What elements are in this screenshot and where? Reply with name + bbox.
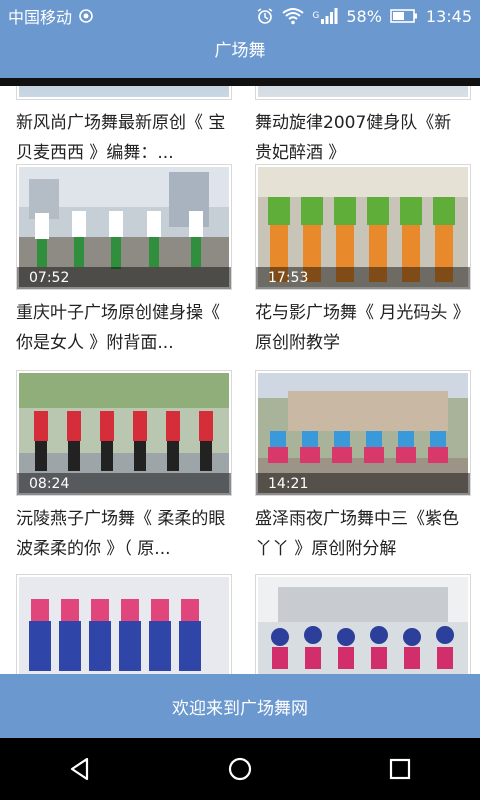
battery-percent: 58% bbox=[346, 6, 382, 26]
video-grid-viewport[interactable]: 新风尚广场舞最新原创《 宝贝麦西西 》编舞：... 舞动旋律2007健身队《新贵… bbox=[0, 86, 480, 674]
video-thumbnail[interactable] bbox=[255, 574, 471, 674]
video-thumbnail[interactable] bbox=[16, 86, 232, 100]
carrier-label: 中国移动 bbox=[8, 8, 73, 27]
system-nav-bar bbox=[0, 738, 480, 800]
thumbnail-image bbox=[258, 577, 468, 674]
welcome-text: 欢迎来到广场舞网 bbox=[172, 698, 308, 719]
header-divider bbox=[0, 78, 480, 86]
clock: 13:45 bbox=[425, 6, 472, 26]
video-card[interactable]: 14:21 盛泽雨夜广场舞中三《紫色丫丫 》原创附分解 bbox=[255, 370, 471, 564]
video-title[interactable]: 重庆叶子广场原创健身操《 你是女人 》附背面... bbox=[16, 298, 226, 358]
video-card[interactable] bbox=[16, 574, 232, 674]
thumbnail-image bbox=[19, 577, 229, 674]
video-card[interactable]: 08:24 沅陵燕子广场舞《 柔柔的眼波柔柔的你 》（ 原... bbox=[16, 370, 232, 564]
alarm-icon bbox=[256, 7, 274, 25]
video-card[interactable] bbox=[255, 574, 471, 674]
video-card[interactable]: 舞动旋律2007健身队《新贵妃醉酒 》 bbox=[255, 86, 471, 168]
video-thumbnail[interactable] bbox=[255, 86, 471, 100]
recents-button[interactable] bbox=[370, 749, 430, 789]
home-icon bbox=[227, 756, 253, 782]
video-title[interactable]: 舞动旋律2007健身队《新贵妃醉酒 》 bbox=[255, 108, 465, 168]
welcome-banner: 欢迎来到广场舞网 bbox=[0, 674, 480, 738]
video-duration: 07:52 bbox=[17, 267, 231, 289]
back-icon bbox=[67, 756, 93, 782]
video-card[interactable]: 17:53 花与影广场舞《 月光码头 》原创附教学 bbox=[255, 164, 471, 358]
network-type-label: G bbox=[312, 11, 320, 21]
video-thumbnail[interactable]: 07:52 bbox=[16, 164, 232, 290]
video-title[interactable]: 沅陵燕子广场舞《 柔柔的眼波柔柔的你 》（ 原... bbox=[16, 504, 226, 564]
video-card[interactable]: 07:52 重庆叶子广场原创健身操《 你是女人 》附背面... bbox=[16, 164, 232, 358]
video-thumbnail[interactable]: 17:53 bbox=[255, 164, 471, 290]
video-duration: 17:53 bbox=[256, 267, 470, 289]
app-bar: 广场舞 bbox=[0, 32, 480, 80]
video-thumbnail[interactable]: 14:21 bbox=[255, 370, 471, 496]
status-bar: 中国移动 G 58% 13:45 bbox=[0, 0, 480, 32]
signal-info-icon bbox=[78, 8, 94, 24]
video-duration: 14:21 bbox=[256, 473, 470, 495]
video-title[interactable]: 盛泽雨夜广场舞中三《紫色丫丫 》原创附分解 bbox=[255, 504, 465, 564]
page-title: 广场舞 bbox=[214, 40, 266, 61]
back-button[interactable] bbox=[50, 749, 110, 789]
wifi-icon bbox=[282, 7, 304, 25]
video-thumbnail[interactable]: 08:24 bbox=[16, 370, 232, 496]
recents-icon bbox=[388, 757, 412, 781]
video-card[interactable]: 新风尚广场舞最新原创《 宝贝麦西西 》编舞：... bbox=[16, 86, 232, 168]
cell-signal-icon: G bbox=[312, 8, 338, 24]
video-duration: 08:24 bbox=[17, 473, 231, 495]
video-title[interactable]: 新风尚广场舞最新原创《 宝贝麦西西 》编舞：... bbox=[16, 108, 226, 168]
home-button[interactable] bbox=[210, 749, 270, 789]
video-title[interactable]: 花与影广场舞《 月光码头 》原创附教学 bbox=[255, 298, 465, 358]
video-thumbnail[interactable] bbox=[16, 574, 232, 674]
battery-icon bbox=[390, 8, 418, 24]
